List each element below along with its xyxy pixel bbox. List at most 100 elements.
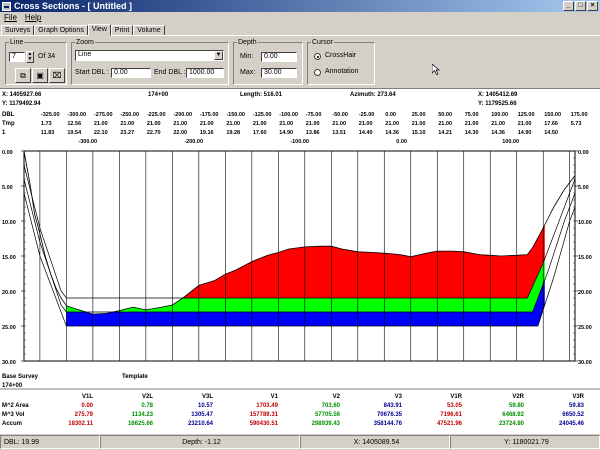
summary-cell: 16625.66 bbox=[128, 421, 154, 427]
chevron-down-icon[interactable]: ▼ bbox=[214, 51, 223, 60]
close-button[interactable]: × bbox=[587, 1, 598, 11]
offset-label: -300.00 bbox=[78, 139, 97, 145]
start-dbl-input[interactable]: 0.00 bbox=[111, 68, 151, 78]
app-icon bbox=[2, 1, 11, 11]
survey-value: 15.10 bbox=[412, 130, 426, 136]
end-dbl-label: End DBL : bbox=[154, 69, 186, 76]
chart-canvas[interactable]: X: 1405927.66 174+00 Length: 516.01 Azimuth… bbox=[0, 89, 600, 435]
cross-section-chart[interactable]: X: 1405927.66 174+00 Length: 516.01 Azimuth… bbox=[0, 88, 600, 434]
status-dbl: DBL: 19.99 bbox=[0, 435, 100, 449]
survey-value: 19.28 bbox=[226, 130, 240, 136]
header-station: 174+00 bbox=[148, 92, 169, 98]
survey-value: 22.10 bbox=[94, 130, 108, 136]
survey-value: 17.60 bbox=[253, 130, 267, 136]
dbl-tick-label: 125.00 bbox=[518, 112, 535, 118]
summary-row-label: M^3 Vol bbox=[2, 412, 25, 418]
survey-value: 14.90 bbox=[279, 130, 293, 136]
dbl-tick-label: -175.00 bbox=[200, 112, 219, 118]
dbl-tick-label: 0.00 bbox=[385, 112, 396, 118]
tmp-value: 21.00 bbox=[518, 121, 532, 127]
crosshair-label: CrossHair bbox=[325, 52, 357, 59]
crosshair-radio[interactable] bbox=[314, 53, 321, 60]
row-label-dbl: DBL bbox=[2, 112, 15, 118]
zoom-select[interactable]: Line bbox=[75, 50, 224, 61]
line-spinner[interactable]: ▲ ▼ bbox=[26, 51, 34, 63]
depth-group-label: Depth bbox=[238, 39, 257, 46]
dbl-tick-label: 75.00 bbox=[465, 112, 479, 118]
survey-value: 14.21 bbox=[438, 130, 452, 136]
tmp-value: 21.00 bbox=[147, 121, 161, 127]
dbl-tick-label: -300.00 bbox=[67, 112, 86, 118]
summary-cell: 18302.11 bbox=[68, 421, 93, 427]
depth-min-label: Min: bbox=[240, 53, 254, 60]
dbl-tick-label: 100.00 bbox=[491, 112, 508, 118]
dbl-tick-label: -225.00 bbox=[147, 112, 166, 118]
survey-value: 13.51 bbox=[332, 130, 346, 136]
y-tick-label-right: 25.00 bbox=[578, 325, 592, 331]
survey-value: 11.83 bbox=[41, 130, 54, 136]
dbl-tick-label: -200.00 bbox=[173, 112, 192, 118]
summary-cell: 590430.51 bbox=[250, 421, 279, 427]
status-x: X: 1405089.54 bbox=[300, 435, 450, 449]
template-label: Template bbox=[122, 374, 149, 380]
summary-cell: 358144.76 bbox=[374, 421, 403, 427]
summary-column-header: V1R bbox=[450, 394, 462, 400]
y-tick-label-left: 20.00 bbox=[2, 290, 16, 296]
menu-help[interactable]: Help bbox=[25, 12, 41, 23]
tmp-value: 21.00 bbox=[412, 121, 426, 127]
copy-icon[interactable]: ⧉ bbox=[15, 68, 31, 83]
summary-cell: 70676.35 bbox=[377, 412, 403, 418]
minimize-button[interactable]: _ bbox=[563, 1, 574, 11]
offset-label: -100.00 bbox=[290, 139, 309, 145]
y-tick-label-right: 0.00 bbox=[578, 150, 589, 156]
summary-cell: 275.79 bbox=[75, 412, 94, 418]
annotation-label: Annotation bbox=[325, 68, 359, 75]
annotation-radio[interactable] bbox=[314, 69, 321, 76]
summary-column-header: V2R bbox=[512, 394, 524, 400]
summary-cell: 7196.61 bbox=[440, 412, 462, 418]
header-left-y: Y: 1179492.94 bbox=[2, 101, 41, 107]
line-number-input[interactable]: 7 bbox=[9, 52, 25, 62]
summary-cell: 53.05 bbox=[447, 403, 463, 409]
menu-file[interactable]: File bbox=[4, 12, 17, 23]
y-tick-label-left: 5.00 bbox=[2, 185, 13, 191]
summary-column-header: V1L bbox=[82, 394, 93, 400]
tab-view[interactable]: View bbox=[87, 24, 111, 36]
depth-max-input[interactable]: 30.00 bbox=[261, 68, 297, 78]
survey-value: 23.27 bbox=[120, 130, 134, 136]
survey-value: 14.90 bbox=[518, 130, 532, 136]
dbl-tick-label: 25.00 bbox=[412, 112, 426, 118]
summary-row-label: M^2 Area bbox=[2, 403, 29, 409]
tmp-value: 21.00 bbox=[438, 121, 452, 127]
summary-column-header: V3R bbox=[572, 394, 584, 400]
tmp-value: 21.00 bbox=[279, 121, 293, 127]
summary-cell: 1703.49 bbox=[256, 403, 278, 409]
y-tick-label-left: 15.00 bbox=[2, 255, 16, 261]
survey-value: 22.00 bbox=[173, 130, 187, 136]
header-left-x: X: 1405927.66 bbox=[2, 92, 42, 98]
dbl-tick-label: -25.00 bbox=[359, 112, 375, 118]
end-dbl-input[interactable]: 1000.00 bbox=[186, 68, 224, 78]
survey-value: 13.86 bbox=[306, 130, 320, 136]
summary-column-header: V2 bbox=[333, 394, 341, 400]
maximize-button[interactable]: □ bbox=[575, 1, 586, 11]
lock-icon[interactable]: ▣ bbox=[32, 68, 48, 83]
image-icon[interactable]: ⌧ bbox=[49, 68, 65, 83]
header-length: Length: 516.01 bbox=[240, 92, 283, 98]
header-azimuth: Azimuth: 273.64 bbox=[350, 92, 396, 98]
survey-value: 14.50 bbox=[544, 130, 558, 136]
header-right-y: Y: 1179525.66 bbox=[478, 101, 517, 107]
summary-column-header: V2L bbox=[142, 394, 153, 400]
menu-bar: File Help bbox=[0, 12, 600, 23]
y-tick-label-right: 30.00 bbox=[578, 360, 592, 366]
dbl-tick-label: -250.00 bbox=[120, 112, 139, 118]
survey-value: 14.30 bbox=[465, 130, 479, 136]
summary-column-header: V3 bbox=[395, 394, 403, 400]
summary-cell: 1305.47 bbox=[191, 412, 213, 418]
row-label-survey: 1 bbox=[2, 130, 6, 136]
depth-min-input[interactable]: 0.00 bbox=[261, 52, 297, 62]
y-tick-label-left: 30.00 bbox=[2, 360, 16, 366]
y-tick-label-left: 10.00 bbox=[2, 220, 16, 226]
start-dbl-label: Start DBL : bbox=[75, 69, 109, 76]
dbl-tick-label: -150.00 bbox=[226, 112, 245, 118]
